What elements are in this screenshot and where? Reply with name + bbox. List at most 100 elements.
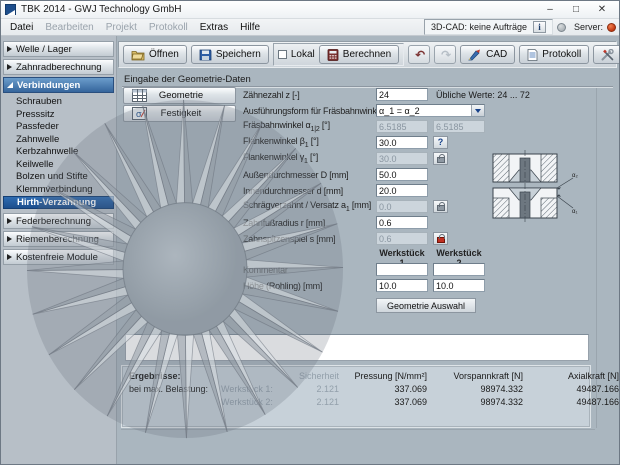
root-radius-label: Zahnfußradius r [mm]	[243, 218, 376, 228]
workpiece1-safety: 2.121	[291, 384, 339, 394]
workpiece2-preload: 98974.332	[427, 397, 523, 407]
flank-beta-input[interactable]	[376, 136, 428, 149]
menu-extras[interactable]: Extras	[194, 21, 234, 34]
geometry-tab-button[interactable]: Geometrie	[123, 87, 236, 104]
sidebar-item-passfeder[interactable]: Passfeder	[3, 121, 114, 134]
lock-icon	[437, 205, 445, 211]
tools-icon	[601, 49, 614, 61]
sidebar-section-welle-lager[interactable]: Welle / Lager	[3, 41, 114, 57]
sidebar-item-presssitz[interactable]: Presssitz	[3, 109, 114, 122]
menu-protokoll: Protokoll	[143, 21, 194, 34]
workpiece-headers: Werkstück 1 Werkstück 2	[243, 248, 611, 260]
chevron-right-icon	[7, 64, 12, 70]
settings-button[interactable]: Einstellungen	[593, 45, 620, 64]
sidebar-item-zahnwelle[interactable]: Zahnwelle	[3, 134, 114, 147]
close-button[interactable]: ✕	[589, 2, 615, 18]
dropdown-arrow-icon[interactable]	[471, 105, 484, 116]
panel-edge	[121, 429, 595, 430]
axial-header: Axialkraft [N]	[523, 371, 619, 381]
flank-beta-label: Flankenwinkel β1 [°]	[243, 136, 376, 149]
message-bar[interactable]	[125, 334, 589, 361]
alpha2-label: α₂	[572, 173, 578, 179]
execution-form-select[interactable]: α_1 = α_2	[376, 104, 485, 117]
sidebar-section-riemenberechnung[interactable]: Riemenberechnung	[3, 231, 114, 247]
tip-clearance-label: Zahnspitzenspiel s [mm]	[243, 234, 376, 244]
flank-gamma-input	[376, 152, 428, 165]
row-teeth: Zähnezahl z [-] Übliche Werte: 24 ... 72	[243, 88, 611, 101]
open-button[interactable]: Öffnen	[123, 45, 187, 64]
inner-diameter-input[interactable]	[376, 184, 428, 197]
svg-text:σ: σ	[136, 109, 142, 119]
sidebar-item-schrauben[interactable]: Schrauben	[3, 96, 114, 109]
help-question-button[interactable]: ?	[433, 136, 448, 149]
lock-button-locked[interactable]	[433, 232, 448, 245]
execution-form-label: Ausführungsform für Fräsbahnwinkel:	[243, 106, 376, 116]
workpiece2-axial: 49487.166	[523, 397, 619, 407]
chevron-right-icon	[7, 218, 12, 224]
workpiece1-row-label: Werkstück 1:	[221, 384, 291, 394]
table-grid-icon	[132, 89, 147, 102]
save-button[interactable]: Speichern	[191, 45, 269, 64]
strength-tab-button[interactable]: σ Festigkeit	[123, 105, 236, 122]
open-folder-icon	[131, 49, 145, 61]
row-execution-form: Ausführungsform für Fräsbahnwinkel: α_1 …	[243, 104, 611, 117]
calculate-button[interactable]: Berechnen	[319, 45, 399, 64]
info-icon[interactable]: i	[533, 21, 546, 33]
sidebar-item-bolzen-und-stifte[interactable]: Bolzen und Stifte	[3, 171, 114, 184]
local-checkbox[interactable]	[278, 50, 287, 59]
height-input-2[interactable]	[433, 279, 485, 292]
menu-bearbeiten: Bearbeiten	[39, 21, 99, 34]
sidebar-item-keilwelle[interactable]: Keilwelle	[3, 159, 114, 172]
undo-button[interactable]: ↶	[408, 45, 430, 64]
workpiece1-preload: 98974.332	[427, 384, 523, 394]
workpiece2-row-label: Werkstück 2:	[221, 397, 291, 407]
teeth-label: Zähnezahl z [-]	[243, 90, 376, 100]
sidebar-section-verbindungen[interactable]: Verbindungen	[3, 77, 114, 93]
app-icon	[5, 4, 16, 15]
red-lock-icon	[437, 237, 445, 243]
root-radius-input[interactable]	[376, 216, 428, 229]
sidebar-section-federberechnung[interactable]: Federberechnung	[3, 213, 114, 229]
menu-hilfe[interactable]: Hilfe	[234, 21, 266, 34]
height-label: Höhe (Rohling) [mm]	[243, 281, 376, 291]
maximize-button[interactable]: □	[563, 2, 589, 18]
verbindungen-items: Schrauben Presssitz Passfeder Zahnwelle …	[3, 96, 114, 209]
comment-input-2[interactable]	[433, 263, 485, 276]
coupling-cross-section-drawing: α₂ α₁	[489, 150, 581, 238]
workpiece2-header: Werkstück 2	[433, 248, 485, 260]
workpiece2-safety: 2.121	[291, 397, 339, 407]
workpiece1-header: Werkstück 1	[376, 248, 428, 260]
document-icon	[527, 49, 538, 61]
height-input-1[interactable]	[376, 279, 428, 292]
cad-drawing-icon	[468, 49, 482, 61]
sidebar-item-hirth-verzahnung[interactable]: Hirth-Verzahnung	[3, 196, 114, 209]
sidebar-item-klemmverbindung[interactable]: Klemmverbindung	[3, 184, 114, 197]
calculator-icon	[327, 49, 339, 61]
cad-button[interactable]: CAD	[460, 45, 515, 64]
cad-led-icon	[557, 23, 566, 32]
lock-button[interactable]	[433, 200, 448, 213]
cad-status-text: 3D-CAD: keine Aufträge	[431, 22, 527, 32]
sidebar-section-zahnradberechnung[interactable]: Zahnradberechnung	[3, 59, 114, 75]
outer-diameter-input[interactable]	[376, 168, 428, 181]
menu-datei[interactable]: Datei	[4, 21, 39, 34]
minimize-button[interactable]: –	[537, 2, 563, 18]
server-led-icon	[607, 23, 616, 32]
menu-projekt: Projekt	[100, 21, 143, 34]
teeth-input[interactable]	[376, 88, 428, 101]
sidebar-item-kerbzahnwelle[interactable]: Kerbzahnwelle	[3, 146, 114, 159]
geometry-form: Geometrie σ Festigkeit Zähnezahl z [-] Ü…	[123, 86, 611, 314]
geometry-select-button[interactable]: Geometrie Auswahl	[376, 298, 476, 313]
lock-button[interactable]	[433, 152, 448, 165]
server-label: Server:	[574, 22, 603, 32]
inner-diameter-label: Innendurchmesser d [mm]	[243, 186, 376, 196]
mill-angle-input-1	[376, 120, 428, 133]
comment-input-1[interactable]	[376, 263, 428, 276]
menu-bar: Datei Bearbeiten Projekt Protokoll Extra…	[1, 19, 619, 36]
flank-gamma-label: Flankenwinkel γ1 [°]	[243, 152, 376, 165]
sidebar-section-kostenfreie-module[interactable]: Kostenfreie Module	[3, 249, 114, 265]
mill-angle-label: Fräsbahnwinkel α1|2 [°]	[243, 120, 376, 133]
section-title: Eingabe der Geometrie-Daten	[124, 74, 251, 85]
helix-offset-input	[376, 200, 428, 213]
protocol-button[interactable]: Protokoll	[519, 45, 589, 64]
